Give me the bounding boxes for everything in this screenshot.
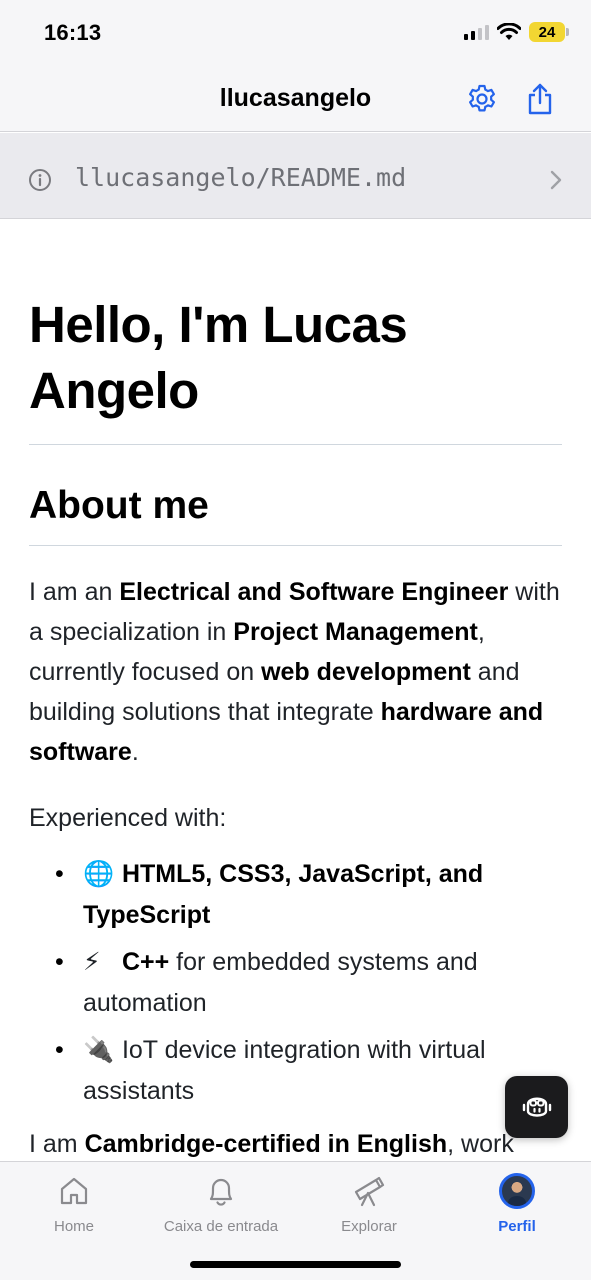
tab-label-explore: Explorar xyxy=(341,1218,397,1235)
tab-label-profile: Perfil xyxy=(498,1218,536,1235)
readme-content: Hello, I'm Lucas Angelo About me I am an… xyxy=(29,219,562,1161)
wifi-icon xyxy=(497,23,521,40)
home-icon xyxy=(60,1177,88,1205)
emoji-icon: 🌐 xyxy=(83,860,115,888)
status-time: 16:13 xyxy=(44,20,102,45)
cellular-signal-icon xyxy=(464,24,489,40)
text-span: IoT device integration with virtual assi… xyxy=(83,1036,486,1105)
experienced-label: Experienced with: xyxy=(29,804,227,832)
battery-indicator: 24 xyxy=(529,22,569,42)
file-path-row[interactable]: llucasangelo/README.md xyxy=(0,133,591,219)
emoji-icon: ⚡ xyxy=(83,948,101,976)
list-item: 🌐 HTML5, CSS3, JavaScript, and TypeScrip… xyxy=(55,854,562,936)
bold-text: Cambridge-certified in English xyxy=(84,1130,448,1158)
certified-paragraph: I am Cambridge-certified in English, wor… xyxy=(29,1124,562,1161)
status-indicators: 24 xyxy=(464,22,569,42)
settings-button[interactable] xyxy=(465,82,499,116)
text-span: I am xyxy=(29,1130,85,1158)
tab-profile[interactable]: Perfil xyxy=(443,1172,591,1235)
telescope-icon xyxy=(354,1176,385,1207)
copilot-button[interactable] xyxy=(505,1076,568,1138)
tab-inbox[interactable]: Caixa de entrada xyxy=(147,1172,295,1235)
list-item: 🔌 IoT device integration with virtual as… xyxy=(55,1030,562,1112)
gear-icon xyxy=(469,84,495,112)
share-icon xyxy=(528,83,552,115)
text-span: I am an xyxy=(29,578,120,606)
info-icon xyxy=(29,169,51,191)
bell-icon xyxy=(209,1178,233,1206)
avatar xyxy=(499,1173,535,1209)
about-heading: About me xyxy=(29,483,562,546)
tab-label-home: Home xyxy=(53,1218,94,1235)
tab-home[interactable]: Home xyxy=(0,1172,148,1235)
list-item: ⚡ C++ for embedded systems and automatio… xyxy=(55,942,562,1024)
text-span: . xyxy=(131,738,139,766)
about-paragraph: I am an Electrical and Software Engineer… xyxy=(29,572,562,772)
file-path: llucasangelo/README.md xyxy=(75,163,407,192)
chevron-right-icon xyxy=(550,170,562,190)
bold-text: Electrical and Software Engineer xyxy=(119,578,509,606)
status-bar: 16:13 24 xyxy=(0,0,591,64)
emoji-icon: 🔌 xyxy=(83,1036,115,1064)
tab-label-inbox: Caixa de entrada xyxy=(163,1218,279,1235)
home-indicator xyxy=(190,1261,401,1268)
copilot-icon xyxy=(522,1097,551,1117)
share-button[interactable] xyxy=(523,82,557,116)
bold-text: HTML5, CSS3, JavaScript, and TypeScript xyxy=(83,860,484,929)
experience-list: 🌐 HTML5, CSS3, JavaScript, and TypeScrip… xyxy=(29,854,562,1112)
bold-text: web development xyxy=(261,658,471,686)
text-span: , work xyxy=(447,1130,514,1158)
page-title: llucasangelo xyxy=(219,84,372,112)
tab-explore[interactable]: Explorar xyxy=(295,1172,443,1235)
readme-heading: Hello, I'm Lucas Angelo xyxy=(29,292,562,445)
bold-text: Project Management xyxy=(233,618,478,646)
bold-text: C++ xyxy=(121,948,170,976)
navigation-bar: llucasangelo xyxy=(0,64,591,132)
